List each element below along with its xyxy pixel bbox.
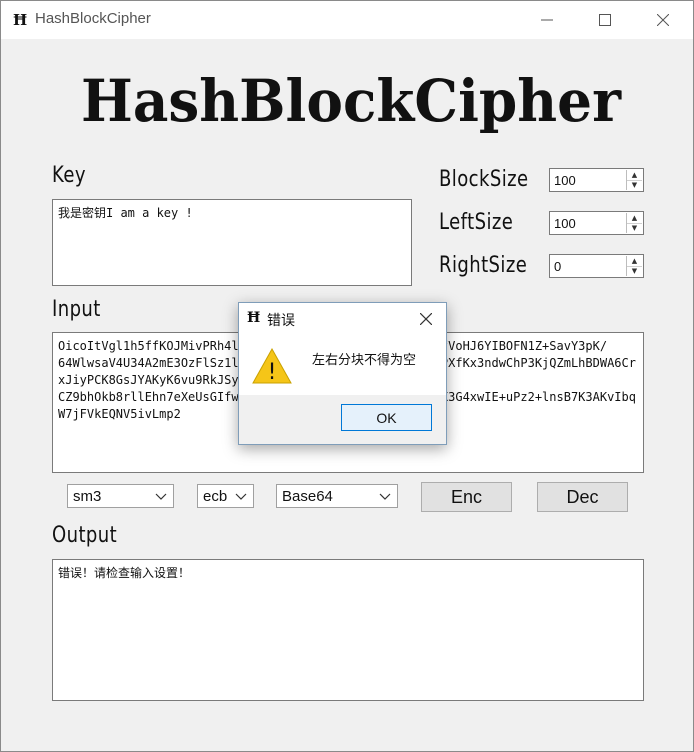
title-bar: Ħ HashBlockCipher — [1, 1, 693, 39]
maximize-icon — [599, 14, 611, 26]
enc-button[interactable]: Enc — [421, 482, 512, 512]
minimize-icon — [541, 19, 553, 21]
app-window: Ħ HashBlockCipher HashBlockCipher Key 我是… — [0, 0, 694, 752]
hash-select-value: sm3 — [73, 488, 102, 505]
ok-button[interactable]: OK — [341, 404, 432, 431]
close-button[interactable] — [634, 1, 692, 39]
banner-text: HashBlockCipher — [81, 67, 622, 135]
mode-select-value: ecb — [203, 488, 228, 505]
window-title: HashBlockCipher — [35, 10, 151, 27]
dialog-title-bar: Ħ 错误 — [239, 303, 446, 334]
app-banner: HashBlockCipher — [81, 67, 622, 135]
spin-down-icon[interactable]: ▼ — [627, 180, 642, 190]
key-textarea[interactable]: 我是密钥I am a key ! — [52, 199, 412, 286]
maximize-button[interactable] — [576, 1, 634, 39]
left-size-spinner[interactable]: 100 ▲ ▼ — [549, 211, 644, 235]
spin-down-icon[interactable]: ▼ — [627, 266, 642, 276]
input-label: Input — [52, 297, 101, 322]
hash-select[interactable]: sm3 — [67, 484, 174, 508]
close-icon — [657, 14, 669, 26]
dialog-title: 错误 — [267, 313, 295, 329]
encoding-select-value: Base64 — [282, 488, 333, 505]
output-textarea[interactable]: 错误！请检查输入设置！ — [52, 559, 644, 701]
error-dialog: Ħ 错误 ! 左右分块不得为空 OK — [238, 302, 447, 445]
block-size-spinner[interactable]: 100 ▲ ▼ — [549, 168, 644, 192]
dialog-message: 左右分块不得为空 — [312, 353, 417, 368]
encoding-select[interactable]: Base64 — [276, 484, 398, 508]
chevron-down-icon — [155, 493, 167, 500]
spin-down-icon[interactable]: ▼ — [627, 223, 642, 233]
dialog-app-icon: Ħ — [247, 310, 261, 326]
right-size-spinner[interactable]: 0 ▲ ▼ — [549, 254, 644, 278]
app-icon: Ħ — [13, 11, 28, 29]
minimize-button[interactable] — [518, 1, 576, 39]
spinner-arrows: ▲ ▼ — [626, 256, 642, 276]
block-size-value: 100 — [554, 173, 576, 188]
spinner-arrows: ▲ ▼ — [626, 213, 642, 233]
right-size-label: RightSize — [439, 253, 528, 278]
right-size-value: 0 — [554, 259, 562, 274]
mode-select[interactable]: ecb — [197, 484, 254, 508]
chevron-down-icon — [235, 493, 247, 500]
warning-mark: ! — [268, 360, 277, 384]
dialog-close-button[interactable] — [415, 308, 437, 330]
dialog-body: ! 左右分块不得为空 — [239, 334, 446, 395]
warning-icon: ! — [252, 348, 292, 384]
left-size-label: LeftSize — [439, 210, 514, 235]
spinner-arrows: ▲ ▼ — [626, 170, 642, 190]
key-label: Key — [52, 163, 86, 188]
left-size-value: 100 — [554, 216, 576, 231]
close-icon — [420, 313, 432, 325]
output-label: Output — [52, 523, 118, 548]
dec-button[interactable]: Dec — [537, 482, 628, 512]
chevron-down-icon — [379, 493, 391, 500]
block-size-label: BlockSize — [439, 167, 529, 192]
